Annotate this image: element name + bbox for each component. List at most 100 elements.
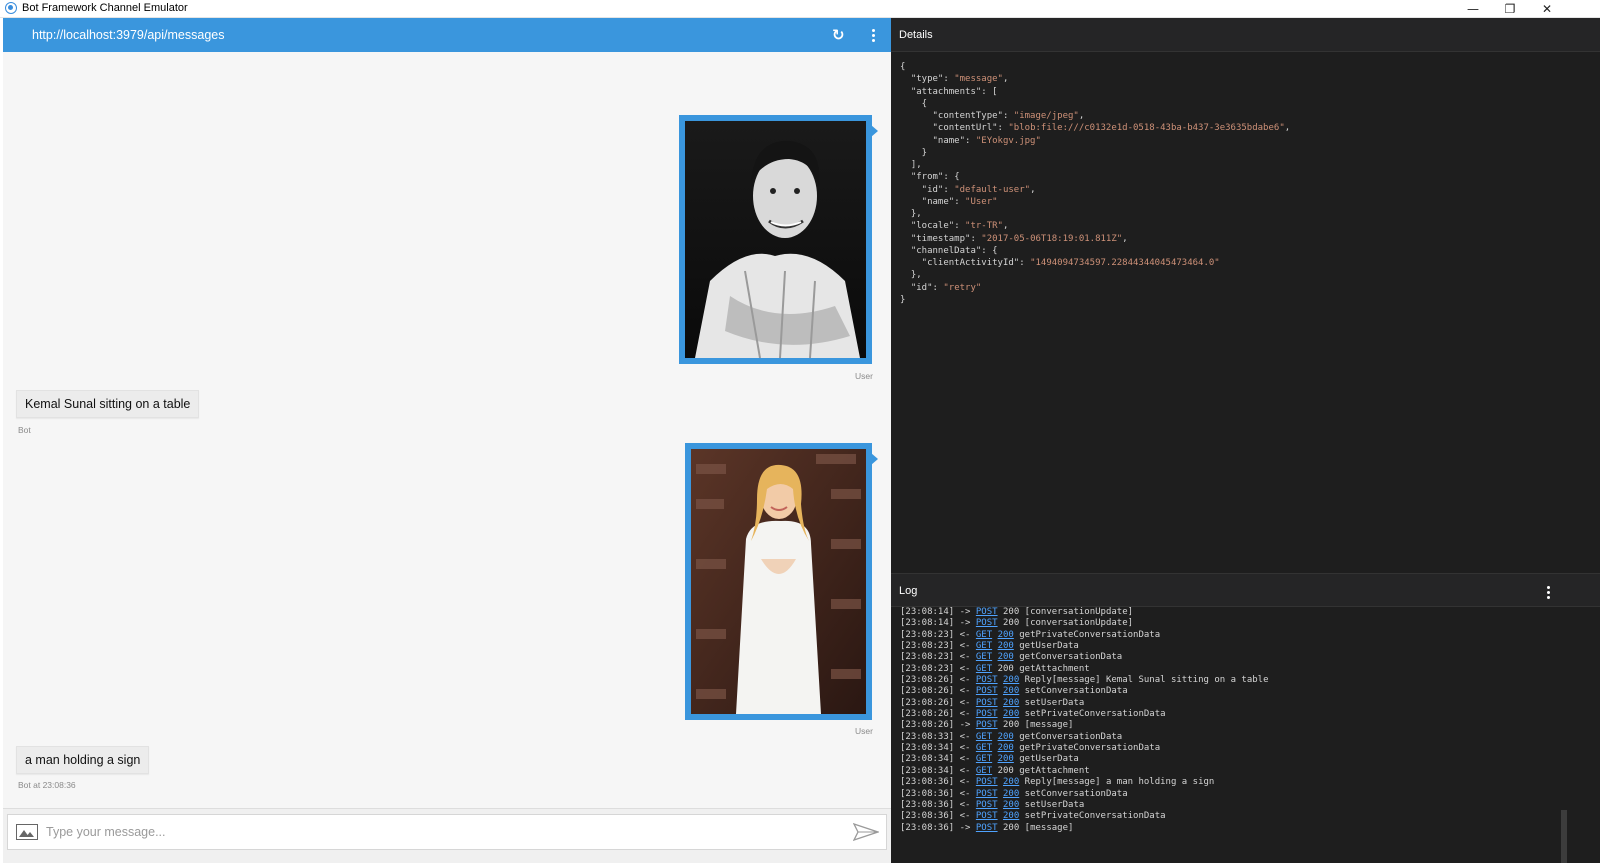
log-time: [23:08:14] bbox=[900, 618, 955, 629]
log-method-link[interactable]: POST bbox=[976, 709, 998, 719]
log-text: Reply[message] Kemal Sunal sitting on a … bbox=[1024, 675, 1269, 686]
log-method-link[interactable]: GET bbox=[976, 630, 992, 640]
more-vertical-icon[interactable] bbox=[1542, 584, 1554, 600]
log-status-link[interactable]: 200 bbox=[998, 754, 1014, 764]
json-line: "name": "EYokgv.jpg" bbox=[900, 135, 1290, 147]
log-status-link[interactable]: 200 bbox=[998, 732, 1014, 742]
log-status-link[interactable]: 200 bbox=[1003, 675, 1019, 685]
log-entry: [23:08:26] <- POST 200 setConversationDa… bbox=[900, 686, 1560, 697]
json-punct: : bbox=[965, 135, 976, 146]
log-status-link[interactable]: 200 bbox=[1003, 709, 1019, 719]
log-method-link[interactable]: POST bbox=[976, 811, 998, 821]
log-text: getAttachment bbox=[1019, 765, 1090, 776]
log-time: [23:08:23] bbox=[900, 663, 955, 674]
log-method-link[interactable]: GET bbox=[976, 652, 992, 662]
log-text: setUserData bbox=[1024, 799, 1085, 810]
log-time: [23:08:23] bbox=[900, 641, 955, 652]
log-entry: [23:08:26] <- POST 200 Reply[message] Ke… bbox=[900, 675, 1560, 686]
log-scrollbar[interactable] bbox=[1561, 810, 1567, 863]
restore-button[interactable]: ❐ bbox=[1491, 0, 1529, 18]
log-time: [23:08:36] bbox=[900, 811, 955, 822]
log-direction: <- bbox=[959, 709, 971, 720]
log-status-link[interactable]: 200 bbox=[998, 641, 1014, 651]
log-entry: [23:08:36] <- POST 200 setPrivateConvers… bbox=[900, 811, 1560, 822]
log-time: [23:08:34] bbox=[900, 765, 955, 776]
json-line: "contentUrl": "blob:file:///c0132e1d-051… bbox=[900, 122, 1291, 134]
log-text: getAttachment bbox=[1019, 663, 1090, 674]
json-key: "clientActivityId" bbox=[900, 258, 1020, 268]
log-direction: <- bbox=[959, 663, 971, 674]
json-key: "channelData" bbox=[900, 245, 982, 256]
log-method-link[interactable]: POST bbox=[976, 823, 998, 833]
log-status-link[interactable]: 200 bbox=[1003, 777, 1019, 787]
event-photo-image bbox=[691, 449, 866, 714]
user-image-message[interactable] bbox=[685, 443, 878, 720]
more-vertical-icon[interactable] bbox=[866, 26, 880, 44]
log-status-link[interactable]: 200 bbox=[1003, 800, 1019, 810]
json-punct: : bbox=[1002, 111, 1014, 121]
log-time: [23:08:26] bbox=[900, 686, 955, 697]
endpoint-url[interactable]: http://localhost:3979/api/messages bbox=[32, 28, 224, 42]
log-method-link[interactable]: POST bbox=[976, 675, 998, 685]
json-value: "tr-TR" bbox=[965, 221, 1003, 232]
json-line: "timestamp": "2017-05-06T18:19:01.811Z", bbox=[900, 233, 1290, 245]
json-value: "EYokgv.jpg" bbox=[975, 135, 1041, 146]
log-method-link[interactable]: GET bbox=[976, 766, 992, 776]
json-line: "from": { bbox=[900, 171, 1290, 183]
json-line: "clientActivityId": "1494094734597.22844… bbox=[900, 257, 1290, 269]
log-time: [23:08:26] bbox=[900, 697, 955, 708]
log-status-link[interactable]: 200 bbox=[998, 630, 1014, 640]
message-sender: User bbox=[855, 726, 873, 736]
minimize-button[interactable]: — bbox=[1454, 0, 1492, 18]
json-punct: { bbox=[900, 62, 906, 72]
json-punct: }, bbox=[900, 209, 922, 219]
json-punct: ], bbox=[900, 160, 922, 170]
log-status-link[interactable]: 200 bbox=[1003, 698, 1019, 708]
log-entry: [23:08:33] <- GET 200 getConversationDat… bbox=[900, 732, 1560, 743]
log-text: getUserData bbox=[1019, 754, 1079, 765]
json-value: "blob:file:///c0132e1d-0518-43ba-b437-3e… bbox=[1008, 123, 1285, 134]
log-method-link[interactable]: GET bbox=[976, 641, 992, 651]
log-time: [23:08:26] bbox=[900, 720, 955, 731]
json-punct: : bbox=[970, 233, 982, 244]
log-method-link[interactable]: POST bbox=[976, 800, 998, 810]
log-status: 200 bbox=[997, 765, 1014, 776]
log-method-link[interactable]: POST bbox=[976, 618, 998, 628]
log-direction: <- bbox=[959, 799, 971, 810]
log-status: 200 bbox=[1002, 720, 1020, 731]
log-method-link[interactable]: GET bbox=[976, 743, 992, 753]
message-input[interactable] bbox=[46, 821, 806, 843]
send-icon[interactable] bbox=[853, 823, 879, 841]
json-punct: , bbox=[1030, 184, 1036, 195]
json-punct: : bbox=[943, 184, 955, 195]
log-method-link[interactable]: POST bbox=[976, 789, 998, 799]
refresh-icon[interactable]: ↻ bbox=[832, 26, 848, 44]
log-method-link[interactable]: GET bbox=[976, 664, 992, 674]
log-method-link[interactable]: POST bbox=[976, 777, 998, 787]
portrait-photo-image bbox=[685, 121, 866, 359]
image-icon[interactable] bbox=[16, 824, 38, 840]
log-method-link[interactable]: POST bbox=[976, 686, 998, 696]
log-method-link[interactable]: POST bbox=[976, 607, 998, 617]
log-status-link[interactable]: 200 bbox=[998, 743, 1014, 753]
log-method-link[interactable]: GET bbox=[976, 732, 992, 742]
log-method-link[interactable]: GET bbox=[976, 754, 992, 764]
log-status-link[interactable]: 200 bbox=[1003, 686, 1019, 696]
log-time: [23:08:36] bbox=[900, 777, 955, 788]
log-status-link[interactable]: 200 bbox=[998, 652, 1014, 662]
json-key: "type" bbox=[900, 74, 944, 85]
log-time: [23:08:36] bbox=[900, 822, 955, 833]
log-time: [23:08:33] bbox=[900, 731, 955, 742]
log-method-link[interactable]: POST bbox=[976, 720, 998, 730]
json-line: "type": "message", bbox=[900, 73, 1290, 85]
close-button[interactable]: ✕ bbox=[1528, 0, 1566, 18]
log-status-link[interactable]: 200 bbox=[1003, 811, 1019, 821]
json-line: ], bbox=[900, 159, 1290, 171]
log-method-link[interactable]: POST bbox=[976, 698, 998, 708]
log-status-link[interactable]: 200 bbox=[1003, 789, 1019, 799]
json-key: "contentType" bbox=[900, 111, 1003, 121]
json-key: "from" bbox=[900, 172, 944, 183]
log-title: Log bbox=[899, 585, 918, 597]
log-entry: [23:08:14] -> POST 200 [conversationUpda… bbox=[900, 607, 1560, 618]
user-image-message[interactable] bbox=[679, 115, 878, 364]
